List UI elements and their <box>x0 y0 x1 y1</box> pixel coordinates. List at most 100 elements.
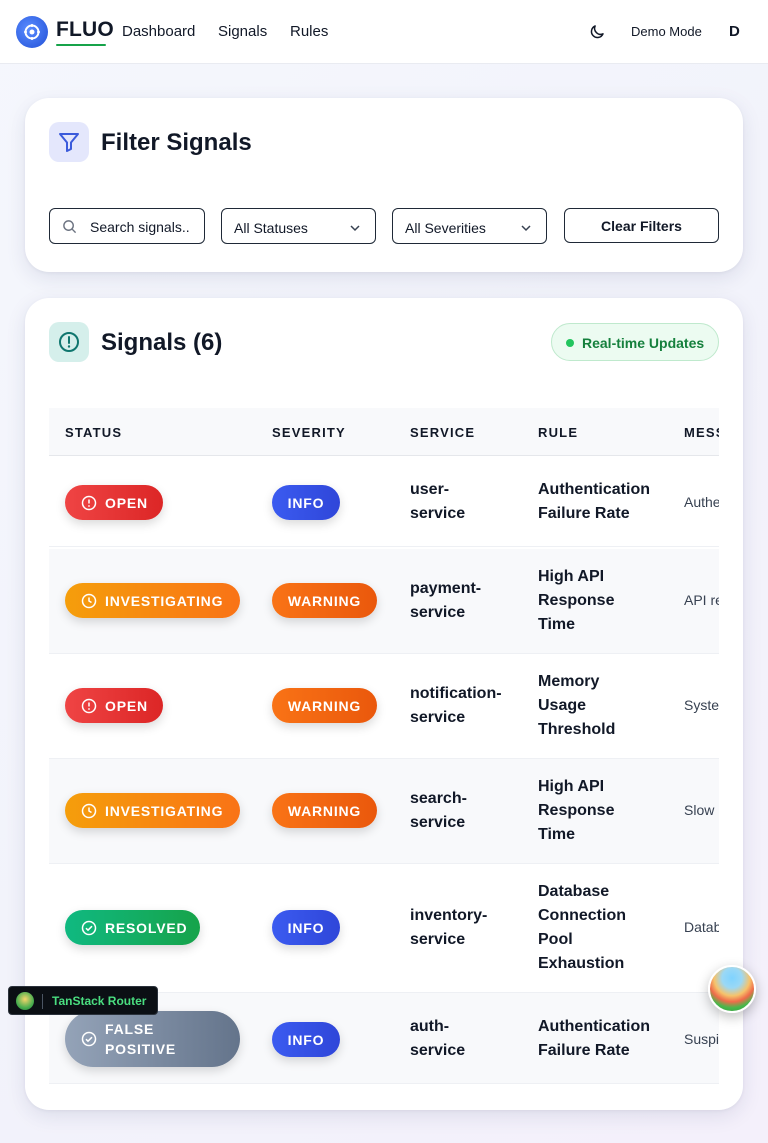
severity-badge-info: INFO <box>272 1022 340 1057</box>
avatar[interactable]: D <box>729 23 740 40</box>
column-header-service[interactable]: SERVICE <box>410 425 475 440</box>
rule-line: Authentication <box>538 481 650 498</box>
nav-signals[interactable]: Signals <box>218 23 267 40</box>
status-badge-false-positive[interactable]: FALSE POSITIVE <box>65 1011 240 1067</box>
logo-icon[interactable] <box>16 16 48 48</box>
status-select-value: All Statuses <box>234 220 308 236</box>
severity-label: WARNING <box>287 592 362 609</box>
service-cell: inventory- service <box>410 904 487 952</box>
status-label: OPEN <box>105 697 148 714</box>
realtime-label: Real-time Updates <box>582 335 705 351</box>
message-cell: Slow <box>684 802 715 818</box>
table-row[interactable]: INVESTIGATING WARNING search- service Hi… <box>49 759 719 864</box>
rule-line: Database <box>538 883 610 900</box>
service-line: payment- <box>410 580 482 597</box>
filter-icon <box>49 122 89 162</box>
column-header-status[interactable]: STATUS <box>65 425 122 440</box>
service-line: auth- <box>410 1018 450 1035</box>
rule-line: Response <box>538 802 615 819</box>
table-row[interactable]: INVESTIGATING WARNING payment- service H… <box>49 549 719 654</box>
status-select[interactable]: All Statuses <box>221 208 376 244</box>
status-label: OPEN <box>105 494 148 511</box>
chevron-down-icon <box>349 221 361 237</box>
demo-mode-button[interactable]: Demo Mode <box>631 24 702 39</box>
brand-name[interactable]: FLUO <box>56 18 114 42</box>
rule-line: Failure Rate <box>538 505 630 522</box>
rule-line: Authentication <box>538 1018 650 1035</box>
message-cell: API re <box>684 592 719 608</box>
column-header-message[interactable]: MESS <box>684 425 719 440</box>
severity-badge-warning: WARNING <box>272 688 377 723</box>
search-icon <box>62 219 77 237</box>
table-header: STATUS SEVERITY SERVICE RULE MESS <box>49 408 719 456</box>
nav-dashboard[interactable]: Dashboard <box>122 23 195 40</box>
status-badge-investigating[interactable]: INVESTIGATING <box>65 793 240 828</box>
severity-select-value: All Severities <box>405 220 486 236</box>
rule-line: Response <box>538 592 615 609</box>
message-cell: Syste <box>684 697 719 713</box>
message-cell: Suspi <box>684 1031 719 1047</box>
service-cell: auth- service <box>410 1015 465 1063</box>
service-cell: search- service <box>410 787 467 835</box>
status-badge-open[interactable]: OPEN <box>65 688 163 723</box>
severity-select[interactable]: All Severities <box>392 208 547 244</box>
search-value: Search signals.. <box>90 219 190 235</box>
severity-label: WARNING <box>287 697 362 714</box>
alert-circle-icon <box>81 495 97 511</box>
clear-filters-button[interactable]: Clear Filters <box>564 208 719 243</box>
service-line: service <box>410 931 466 948</box>
severity-label: INFO <box>287 494 325 511</box>
realtime-badge: Real-time Updates <box>551 323 719 361</box>
divider <box>42 994 43 1009</box>
rule-line: Memory <box>538 673 600 690</box>
rule-line: Threshold <box>538 721 616 738</box>
table-row[interactable]: OPEN INFO user- service Authentication F… <box>49 456 719 547</box>
table-row[interactable]: OPEN WARNING notification- service Memor… <box>49 654 719 759</box>
query-devtools-icon[interactable] <box>708 965 756 1013</box>
moon-icon[interactable] <box>588 23 606 41</box>
rule-line: High API <box>538 568 605 585</box>
column-header-rule[interactable]: RULE <box>538 425 578 440</box>
live-dot-icon <box>566 339 574 347</box>
rule-cell: High API Response Time <box>538 565 614 637</box>
search-input[interactable]: Search signals.. <box>49 208 205 244</box>
service-line: service <box>410 1042 466 1059</box>
rule-line: Failure Rate <box>538 1042 630 1059</box>
severity-badge-info: INFO <box>272 910 340 945</box>
severity-label: WARNING <box>287 802 362 819</box>
severity-label: INFO <box>287 1031 325 1048</box>
filter-card: Filter Signals Search signals.. All Stat… <box>25 98 743 272</box>
service-line: notification- <box>410 685 502 702</box>
status-label: FALSE POSITIVE <box>105 1019 176 1059</box>
status-badge-resolved[interactable]: RESOLVED <box>65 910 200 945</box>
signals-title: Signals (6) <box>101 329 223 356</box>
tanstack-label: TanStack Router <box>52 994 147 1008</box>
rule-line: Exhaustion <box>538 955 625 972</box>
rule-line: Pool <box>538 931 573 948</box>
column-header-severity[interactable]: SEVERITY <box>272 425 346 440</box>
alert-circle-icon <box>49 322 89 362</box>
check-circle-icon <box>81 1031 97 1047</box>
service-cell: notification- service <box>410 682 502 730</box>
service-line: service <box>410 604 466 621</box>
tanstack-router-devtools-button[interactable]: TanStack Router <box>8 986 158 1015</box>
service-line: service <box>410 814 466 831</box>
table-row[interactable]: RESOLVED INFO inventory- service Databas… <box>49 864 719 993</box>
message-cell: Datab <box>684 919 719 935</box>
severity-badge-warning: WARNING <box>272 793 377 828</box>
status-label: INVESTIGATING <box>105 802 224 819</box>
rule-cell: High API Response Time <box>538 775 614 847</box>
service-line: service <box>410 505 466 522</box>
status-badge-investigating[interactable]: INVESTIGATING <box>65 583 240 618</box>
status-badge-open[interactable]: OPEN <box>65 485 163 520</box>
rule-line: Time <box>538 826 576 843</box>
top-nav: FLUO Dashboard Signals Rules Demo Mode D <box>0 0 768 64</box>
nav-rules[interactable]: Rules <box>290 23 328 40</box>
rule-line: Usage <box>538 697 587 714</box>
filter-title: Filter Signals <box>101 129 252 156</box>
status-label-line: POSITIVE <box>105 1041 176 1057</box>
rule-line: Connection <box>538 907 626 924</box>
service-line: service <box>410 709 466 726</box>
status-label: RESOLVED <box>105 919 188 936</box>
tanstack-logo-icon <box>16 992 34 1010</box>
